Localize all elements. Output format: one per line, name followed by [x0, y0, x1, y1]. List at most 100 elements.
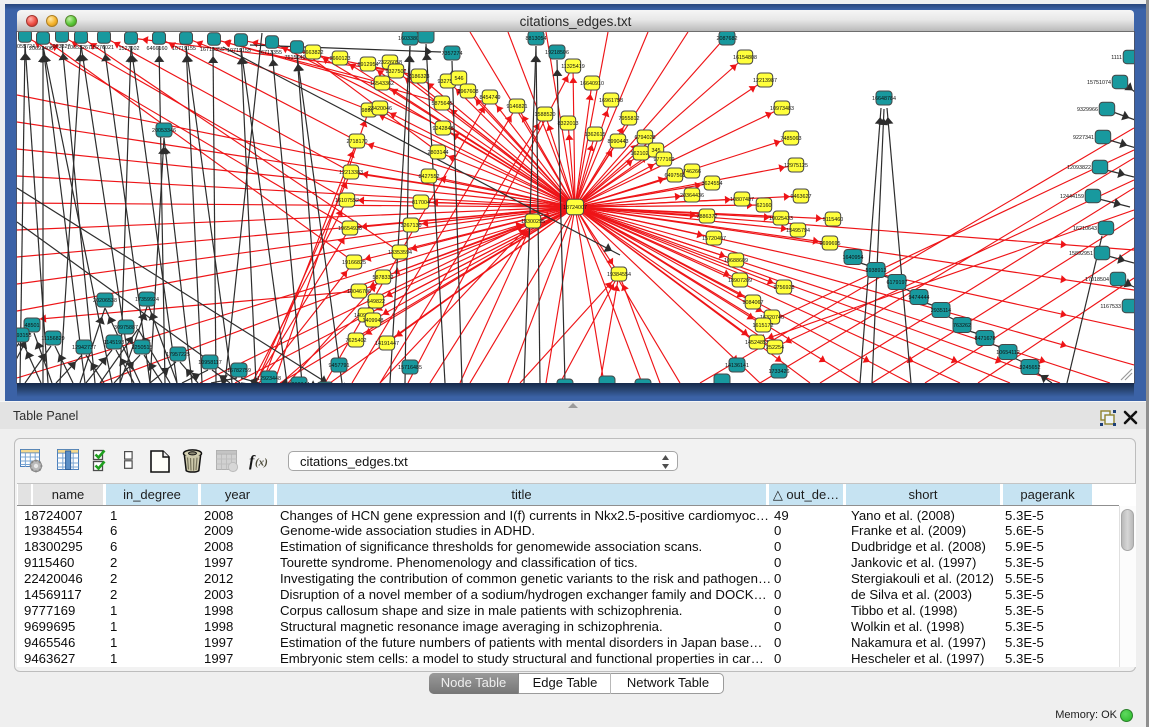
- svg-text:16648784: 16648784: [872, 96, 896, 102]
- svg-text:7955812: 7955812: [619, 116, 640, 122]
- svg-text:12093822: 12093822: [1067, 165, 1091, 171]
- svg-text:1588520: 1588520: [535, 112, 556, 118]
- svg-text:1111: 1111: [1111, 55, 1122, 61]
- svg-text:7485063: 7485063: [781, 136, 802, 142]
- svg-text:9327502: 9327502: [386, 69, 407, 75]
- svg-text:1409948: 1409948: [363, 318, 384, 324]
- svg-text:15751074: 15751074: [1087, 80, 1111, 86]
- svg-text:15716485: 15716485: [398, 365, 422, 371]
- svg-text:10973483: 10973483: [770, 106, 794, 112]
- svg-text:19654938: 19654938: [338, 226, 362, 232]
- svg-text:1362615: 1362615: [585, 132, 606, 138]
- svg-text:6794028: 6794028: [635, 135, 656, 141]
- svg-text:3624554: 3624554: [702, 181, 723, 187]
- svg-text:12444159: 12444159: [1060, 194, 1084, 200]
- svg-text:17957225: 17957225: [166, 352, 190, 358]
- svg-text:16640910: 16640910: [580, 81, 604, 87]
- svg-text:2803144: 2803144: [428, 150, 449, 156]
- svg-text:11325419: 11325419: [561, 64, 585, 70]
- svg-text:8427552: 8427552: [419, 174, 440, 180]
- svg-text:20053346: 20053346: [152, 128, 176, 134]
- svg-text:8660123: 8660123: [330, 56, 351, 62]
- svg-text:12942737: 12942737: [72, 345, 96, 351]
- svg-text:10688609: 10688609: [724, 258, 748, 264]
- svg-text:9457791: 9457791: [329, 363, 350, 369]
- svg-text:546: 546: [455, 76, 464, 82]
- svg-text:7663822: 7663822: [303, 50, 324, 56]
- svg-text:8813054: 8813054: [526, 36, 547, 42]
- svg-text:12213987: 12213987: [753, 78, 777, 84]
- svg-text:9242848: 9242848: [433, 126, 454, 132]
- svg-text:18300295: 18300295: [521, 219, 545, 225]
- svg-text:16713355: 16713355: [200, 47, 224, 53]
- svg-text:17359924: 17359924: [135, 297, 159, 303]
- svg-text:8322013: 8322013: [558, 121, 579, 127]
- svg-text:1145193: 1145193: [104, 340, 125, 346]
- svg-text:8186323: 8186323: [409, 74, 430, 80]
- svg-text:9756928: 9756928: [774, 285, 795, 291]
- svg-text:7886372: 7886372: [697, 214, 718, 220]
- svg-text:252254: 252254: [766, 345, 784, 351]
- svg-text:5878332: 5878332: [373, 275, 394, 281]
- svg-text:8471676: 8471676: [975, 336, 996, 342]
- svg-text:763262: 763262: [953, 323, 971, 329]
- svg-text:16154808: 16154808: [733, 55, 757, 61]
- svg-text:9777169: 9777169: [654, 157, 675, 163]
- svg-text:20364436: 20364436: [680, 193, 704, 199]
- svg-text:10025433: 10025433: [769, 216, 793, 222]
- svg-text:16782759: 16782759: [227, 368, 251, 374]
- svg-text:9329966: 9329966: [1077, 107, 1098, 113]
- svg-text:16713355: 16713355: [258, 50, 282, 56]
- svg-text:2087682: 2087682: [717, 36, 738, 42]
- svg-text:9146821: 9146821: [507, 104, 528, 110]
- svg-text:16107552: 16107552: [335, 198, 359, 204]
- svg-text:16210643: 16210643: [1073, 226, 1097, 232]
- svg-text:18724007: 18724007: [563, 205, 587, 211]
- svg-text:15276021: 15276021: [90, 45, 114, 51]
- svg-text:1250515: 1250515: [132, 345, 153, 351]
- svg-text:9084067: 9084067: [743, 300, 764, 306]
- svg-text:16543362: 16543362: [370, 81, 394, 87]
- svg-text:1393153: 1393153: [17, 333, 32, 339]
- svg-text:12923448: 12923448: [257, 376, 281, 382]
- svg-text:16961758: 16961758: [599, 98, 623, 104]
- svg-text:14136141: 14136141: [725, 363, 749, 369]
- svg-text:5875645: 5875645: [432, 101, 453, 107]
- svg-text:7625402: 7625402: [346, 338, 367, 344]
- svg-text:14191447: 14191447: [375, 341, 399, 347]
- svg-text:19384554: 19384554: [607, 272, 631, 278]
- svg-text:15720407: 15720407: [702, 236, 726, 242]
- svg-text:12213383: 12213383: [339, 170, 363, 176]
- svg-text:17018504: 17018504: [1085, 277, 1109, 283]
- svg-text:1615172: 1615172: [753, 323, 774, 329]
- svg-text:13495794: 13495794: [786, 228, 810, 234]
- svg-text:2967608: 2967608: [458, 89, 479, 95]
- svg-text:1167533: 1167533: [1100, 304, 1121, 310]
- svg-text:62160: 62160: [757, 203, 772, 209]
- svg-text:20206538: 20206538: [93, 298, 117, 304]
- svg-text:10046706: 10046706: [347, 289, 371, 295]
- svg-text:9699695: 9699695: [820, 241, 841, 247]
- svg-text:10653267: 10653267: [67, 45, 91, 51]
- svg-text:10958117: 10958117: [198, 360, 222, 366]
- svg-text:6179197: 6179197: [887, 280, 908, 286]
- svg-text:9474444: 9474444: [909, 295, 930, 301]
- svg-text:10719155: 10719155: [227, 48, 251, 54]
- svg-text:11156829: 11156829: [41, 336, 64, 342]
- svg-text:13353594: 13353594: [388, 250, 412, 256]
- svg-text:19166825: 19166825: [342, 260, 366, 266]
- svg-text:9463627: 9463627: [791, 194, 812, 200]
- svg-text:2718170: 2718170: [347, 139, 368, 145]
- svg-text:549822: 549822: [367, 299, 385, 305]
- svg-text:10719155: 10719155: [172, 46, 196, 52]
- svg-text:10807487: 10807487: [730, 197, 754, 203]
- svg-text:1527602: 1527602: [119, 46, 140, 52]
- svg-text:18907209: 18907209: [728, 278, 752, 284]
- svg-text:1733426: 1733426: [769, 369, 790, 375]
- svg-text:8990443: 8990443: [608, 139, 629, 145]
- svg-text:9245652: 9245652: [1020, 365, 1041, 371]
- svg-text:8912954: 8912954: [358, 62, 379, 68]
- svg-text:12975125: 12975125: [784, 163, 808, 169]
- svg-text:15892951: 15892951: [1069, 251, 1093, 257]
- svg-text:6466160: 6466160: [147, 46, 168, 52]
